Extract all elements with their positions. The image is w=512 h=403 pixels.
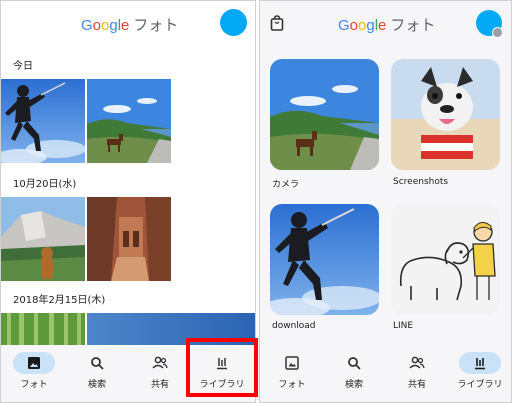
upload-status-icon [492,27,503,38]
logo-letter: e [121,17,130,34]
horse-coast-photo [270,59,379,170]
photo-icon [13,352,55,374]
photo-thumbnail[interactable] [1,79,85,163]
logo-suffix: フォト [133,17,179,34]
album-screenshots[interactable] [391,59,500,170]
album-label: カメラ [272,180,300,190]
nav-photos[interactable]: フォト [3,345,65,402]
nav-label: 共有 [150,380,169,390]
section-date-today: 今日 [13,61,33,72]
nav-photos[interactable]: フォト [261,345,323,402]
people-icon [396,352,438,374]
people-icon [139,352,181,374]
ninja-jump-photo [1,79,85,163]
album-label: LINE [393,321,414,331]
highlight-box [186,338,258,397]
horse-coast-photo [87,79,171,163]
avatar[interactable] [220,9,247,36]
photo-thumbnail[interactable] [87,79,171,163]
dog-and-boy-illustration [391,204,500,315]
nav-label: フォト [278,380,306,390]
logo-letter: G [81,17,93,34]
bulldog-photo [391,59,500,170]
screenshot-canvas: Google フォト 今日 10月20日(水) 2018年2月15日(木) フォ… [0,0,512,403]
nav-label: フォト [20,380,48,390]
logo-letter: g [109,17,118,34]
library-icon [459,352,501,374]
google-photos-logo: Google フォト [81,14,178,35]
ninja-jump-photo [270,204,379,315]
logo-suffix: フォト [390,17,436,34]
logo-letter: g [366,17,375,34]
nav-search[interactable]: 検索 [66,345,128,402]
photo-thumbnail[interactable] [87,197,171,281]
section-date-oct20: 10月20日(水) [13,179,77,190]
bamboo-photo [1,313,85,345]
mountain-photo [1,197,85,281]
album-label: download [272,321,316,331]
photo-thumbnail[interactable] [1,313,85,345]
nav-sharing[interactable]: 共有 [129,345,191,402]
photo-icon [271,352,313,374]
search-icon [333,352,375,374]
nav-label: 共有 [407,380,426,390]
nav-label: ライブラリ [457,380,503,390]
photo-thumbnail[interactable] [1,197,85,281]
nav-label: 検索 [87,380,106,390]
nav-label: 検索 [344,380,363,390]
section-date-2018: 2018年2月15日(木) [13,295,106,306]
shopping-bag-icon[interactable] [270,15,284,35]
album-label: Screenshots [393,177,449,187]
album-camera[interactable] [270,59,379,170]
logo-letter: e [378,17,387,34]
nav-sharing[interactable]: 共有 [386,345,448,402]
logo-letter: o [92,17,102,34]
album-download[interactable] [270,204,379,315]
library-screen: Google フォト カメラ Screenshots download LINE… [259,0,512,403]
nav-library[interactable]: ライブラリ [449,345,511,402]
nav-search[interactable]: 検索 [323,345,385,402]
bottom-navigation: フォト 検索 共有 ライブラリ [260,345,511,402]
logo-letter: G [338,17,350,34]
canyon-photo [87,197,171,281]
logo-letter: o [349,17,359,34]
album-line[interactable] [391,204,500,315]
google-photos-logo: Google フォト [338,14,435,35]
app-header: Google フォト [1,1,255,45]
search-icon [76,352,118,374]
